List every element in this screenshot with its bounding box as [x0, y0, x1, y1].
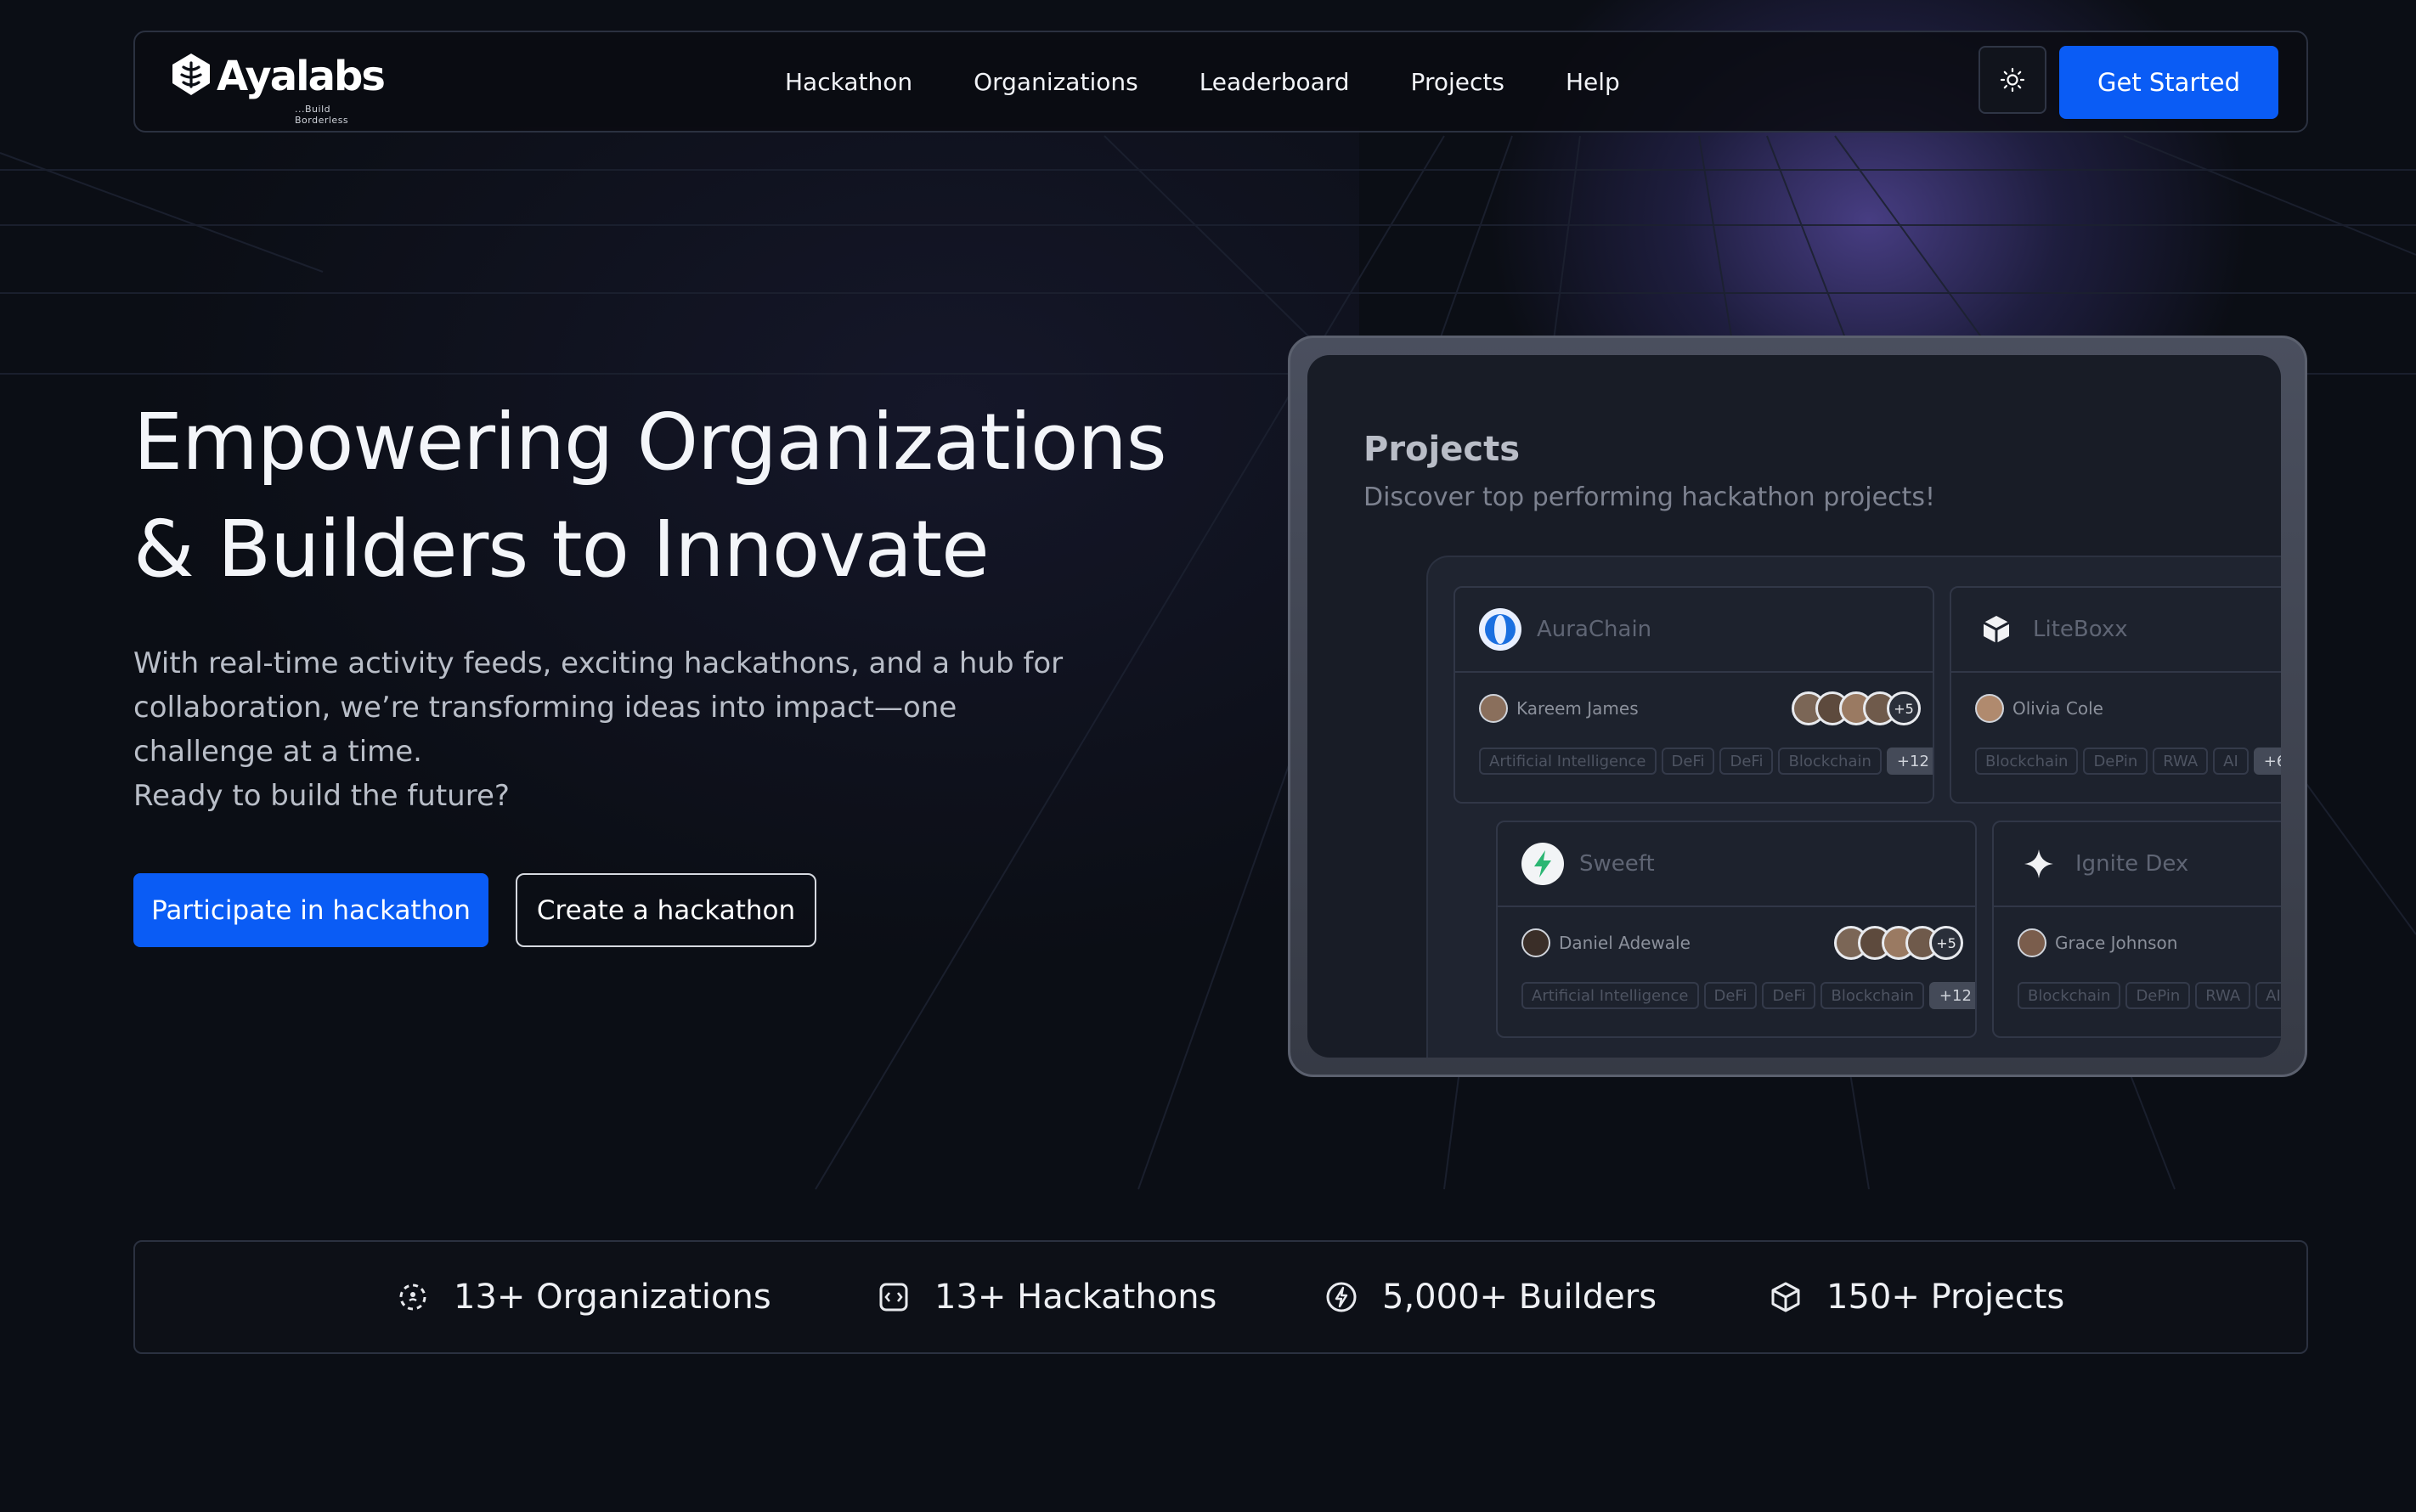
create-hackathon-button[interactable]: Create a hackathon — [516, 873, 816, 947]
more-tags-badge: +12 — [1928, 982, 1975, 1009]
tag: Artificial Intelligence — [1521, 982, 1699, 1009]
project-name: Sweeft — [1579, 851, 1655, 877]
stat-organizations: 13+ Organizations — [396, 1242, 771, 1352]
project-card[interactable]: Ignite Dex Grace Johnson Blockchain DePi… — [1992, 821, 2281, 1038]
hero-desc-line: challenge at a time. — [133, 735, 422, 769]
hackathons-icon — [879, 1283, 908, 1312]
tag: DePin — [2125, 982, 2191, 1009]
nav-link-organizations[interactable]: Organizations — [974, 68, 1138, 96]
more-tags-badge: +6 — [2253, 748, 2281, 775]
tag: Artificial Intelligence — [1479, 748, 1657, 775]
stats-bar: 13+ Organizations 13+ Hackathons 5,000+ … — [133, 1240, 2308, 1354]
projects-preview: Projects Discover top performing hackath… — [1307, 355, 2281, 1058]
tag: Blockchain — [2018, 982, 2121, 1009]
brand-tagline: ...Build Borderless — [295, 104, 349, 126]
project-card[interactable]: AuraChain Kareem James +5 Artificial Int… — [1454, 586, 1934, 804]
stat-builders: 5,000+ Builders — [1324, 1242, 1657, 1352]
project-name: AuraChain — [1537, 617, 1652, 642]
tag: DePin — [2083, 748, 2148, 775]
projects-cube-icon — [1771, 1282, 1800, 1312]
theme-toggle-button[interactable] — [1979, 46, 2046, 114]
ayalabs-logo-icon — [172, 54, 210, 95]
tag: Blockchain — [1975, 748, 2079, 775]
avatar — [1975, 694, 2004, 723]
project-owner: Kareem James — [1479, 694, 1639, 723]
organizations-icon — [399, 1284, 426, 1311]
stat-label: 13+ Organizations — [454, 1278, 771, 1317]
hero-desc-line: With real-time activity feeds, exciting … — [133, 646, 1064, 680]
tag: Blockchain — [1778, 748, 1882, 775]
participate-hackathon-button[interactable]: Participate in hackathon — [133, 873, 488, 947]
stat-projects: 150+ Projects — [1769, 1242, 2064, 1352]
tag-list: Blockchain DePin RWA AI — [2018, 982, 2281, 1009]
avatar — [1521, 928, 1550, 957]
more-members-badge: +5 — [1929, 926, 1963, 960]
bolt-logo-icon — [1521, 843, 1564, 885]
cube-logo-icon — [1975, 608, 2018, 651]
stat-label: 5,000+ Builders — [1382, 1278, 1657, 1317]
avatar — [2018, 928, 2046, 957]
aurachain-logo-icon — [1479, 608, 1521, 651]
project-name: LiteBoxx — [2033, 617, 2128, 642]
tag-list: Artificial Intelligence DeFi DeFi Blockc… — [1521, 982, 1975, 1009]
project-owner: Grace Johnson — [2018, 928, 2177, 957]
project-card[interactable]: LiteBoxx Olivia Cole Blockchain DePin RW… — [1950, 586, 2281, 804]
avatar — [1479, 694, 1508, 723]
tag: Blockchain — [1820, 982, 1924, 1009]
tag: DeFi — [1703, 982, 1758, 1009]
hero-desc-line: Ready to build the future? — [133, 779, 510, 813]
more-members-badge: +5 — [1887, 691, 1921, 725]
project-owner: Daniel Adewale — [1521, 928, 1691, 957]
projects-preview-frame: Projects Discover top performing hackath… — [1288, 336, 2307, 1077]
tag: AI — [2255, 982, 2281, 1009]
stat-label: 13+ Hackathons — [934, 1278, 1217, 1317]
tag: DeFi — [1661, 748, 1715, 775]
nav-link-projects[interactable]: Projects — [1411, 68, 1504, 96]
sparkle-logo-icon — [2018, 843, 2060, 885]
brand-name: Ayalabs — [217, 53, 386, 100]
builders-icon — [1326, 1282, 1357, 1312]
tag-list: Artificial Intelligence DeFi DeFi Blockc… — [1479, 748, 1933, 775]
stat-label: 150+ Projects — [1826, 1278, 2065, 1317]
top-navbar: Ayalabs ...Build Borderless Hackathon Or… — [133, 31, 2308, 133]
project-cards-panel: AuraChain Kareem James +5 Artificial Int… — [1426, 556, 2281, 1058]
project-owner: Olivia Cole — [1975, 694, 2103, 723]
get-started-button[interactable]: Get Started — [2059, 46, 2278, 119]
brand-logo[interactable]: Ayalabs ...Build Borderless — [167, 51, 386, 126]
member-avatars: +5 — [1834, 926, 1963, 960]
tag: AI — [2213, 748, 2249, 775]
member-avatars: +5 — [1792, 691, 1921, 725]
preview-subtitle: Discover top performing hackathon projec… — [1363, 482, 1935, 512]
nav-link-leaderboard[interactable]: Leaderboard — [1200, 68, 1350, 96]
tag: RWA — [2195, 982, 2251, 1009]
preview-title: Projects — [1363, 430, 1521, 469]
project-name: Ignite Dex — [2075, 851, 2189, 877]
sun-icon — [2000, 67, 2025, 93]
nav-link-help[interactable]: Help — [1566, 68, 1620, 96]
project-card[interactable]: Sweeft Daniel Adewale +5 Artificial Inte… — [1496, 821, 1977, 1038]
nav-link-hackathon[interactable]: Hackathon — [785, 68, 912, 96]
more-tags-badge: +12 — [1886, 748, 1933, 775]
tag-list: Blockchain DePin RWA AI +6 — [1975, 748, 2281, 775]
hero-desc-line: collaboration, we’re transforming ideas … — [133, 691, 957, 725]
tag: DeFi — [1762, 982, 1816, 1009]
main-nav: Hackathon Organizations Leaderboard Proj… — [785, 32, 1681, 131]
tag: RWA — [2153, 748, 2209, 775]
hero-title: Empowering Organizations & Builders to I… — [133, 389, 1280, 603]
stat-hackathons: 13+ Hackathons — [877, 1242, 1216, 1352]
tag: DeFi — [1719, 748, 1774, 775]
hero-title-line: & Builders to Innovate — [133, 504, 990, 595]
hero-title-line: Empowering Organizations — [133, 397, 1167, 488]
hero-description: With real-time activity feeds, exciting … — [133, 641, 1110, 818]
